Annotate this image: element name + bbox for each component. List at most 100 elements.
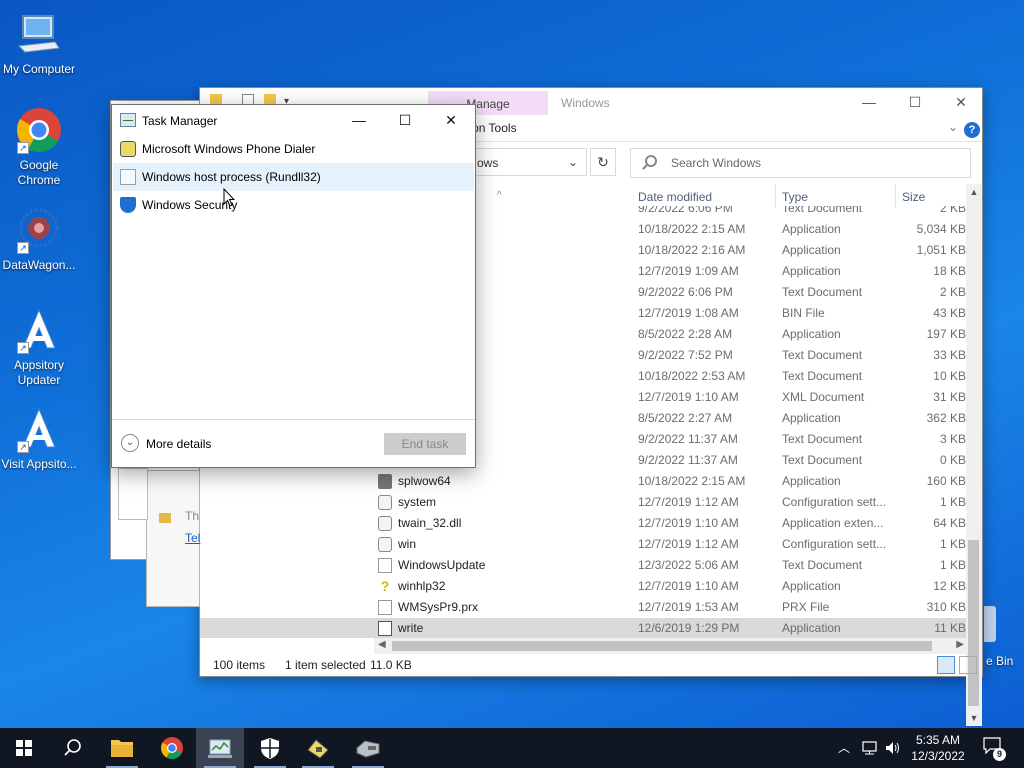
more-details-link[interactable]: More details bbox=[146, 437, 211, 451]
desktop-icon-label: Appsitory Updater bbox=[13, 358, 65, 387]
minimize-button[interactable]: — bbox=[336, 109, 382, 133]
recycle-bin-icon bbox=[984, 606, 996, 642]
file-type: BIN File bbox=[782, 306, 825, 320]
search-button[interactable] bbox=[48, 728, 96, 768]
file-size: 43 KB bbox=[933, 306, 966, 320]
dll-file-icon bbox=[378, 516, 392, 531]
file-size: 3 KB bbox=[939, 432, 966, 446]
search-input[interactable]: Search Windows bbox=[630, 148, 971, 178]
network-icon[interactable] bbox=[861, 740, 879, 756]
file-size: 0 KB bbox=[939, 453, 966, 467]
close-button[interactable]: ✕ bbox=[428, 109, 474, 133]
minimize-button[interactable]: — bbox=[846, 92, 892, 114]
taskbar-fax[interactable] bbox=[344, 728, 392, 768]
desktop-icon-visit-appsitory[interactable]: ↗ Visit Appsito... bbox=[0, 405, 78, 472]
large-icons-view-icon[interactable] bbox=[959, 656, 977, 674]
file-date-modified: 10/18/2022 2:15 AM bbox=[638, 474, 746, 488]
desktop-icon-appsitory-updater[interactable]: ↗ Appsitory Updater bbox=[0, 306, 78, 388]
write-app-icon bbox=[378, 621, 392, 636]
file-date-modified: 9/2/2022 6:06 PM bbox=[638, 285, 733, 299]
column-size[interactable]: Size bbox=[902, 190, 925, 204]
column-date-modified[interactable]: Date modified bbox=[638, 190, 712, 204]
taskbar-chrome[interactable] bbox=[148, 728, 196, 768]
end-task-button[interactable]: End task bbox=[384, 433, 466, 455]
taskbar-phone-dialer[interactable] bbox=[294, 728, 342, 768]
start-button[interactable] bbox=[0, 728, 48, 768]
process-list: Microsoft Windows Phone Dialer Windows h… bbox=[113, 135, 474, 219]
vertical-scrollbar[interactable]: ▲ ▼ bbox=[966, 184, 982, 726]
table-row[interactable]: WMSysPr9.prx 12/7/2019 1:53 AM PRX File 310… bbox=[200, 597, 968, 618]
process-row[interactable]: Windows host process (Rundll32) bbox=[113, 163, 474, 191]
item-count: 100 items bbox=[213, 658, 266, 672]
scroll-down-icon[interactable]: ▼ bbox=[966, 710, 982, 726]
desktop-icon-label: Visit Appsito... bbox=[1, 457, 77, 471]
dialog-link-fragment[interactable]: Tel bbox=[185, 531, 200, 545]
computer-icon bbox=[15, 10, 63, 58]
table-row[interactable]: ? winhlp32 12/7/2019 1:10 AM Application 12 … bbox=[200, 576, 968, 597]
desktop-icon-datawagon[interactable]: ↗ DataWagon... bbox=[0, 206, 78, 273]
desktop-icon-my-computer[interactable]: My Computer bbox=[0, 10, 78, 77]
taskbar-file-explorer[interactable] bbox=[98, 728, 146, 768]
file-size: 1 KB bbox=[939, 495, 966, 509]
appsitory-icon: ↗ bbox=[15, 405, 63, 453]
taskbar-windows-security[interactable] bbox=[246, 728, 294, 768]
close-button[interactable]: ✕ bbox=[938, 92, 984, 114]
process-row[interactable]: Windows Security bbox=[113, 191, 474, 219]
address-text: ows bbox=[477, 156, 499, 170]
dialog-text-fragment: Th bbox=[185, 509, 200, 523]
chevron-down-icon[interactable]: ⌄ bbox=[568, 155, 578, 169]
details-view-icon[interactable] bbox=[937, 656, 955, 674]
expand-ribbon-icon[interactable]: ⌄ bbox=[948, 120, 958, 134]
title-bar[interactable]: Task Manager — ☐ ✕ bbox=[112, 105, 475, 135]
chevron-down-icon[interactable]: ⌄ bbox=[121, 434, 139, 452]
table-row[interactable]: system 12/7/2019 1:12 AM Configuration set… bbox=[200, 492, 968, 513]
search-placeholder: Search Windows bbox=[671, 156, 762, 170]
appsitory-icon: ↗ bbox=[15, 306, 63, 354]
desktop-icon-label: DataWagon... bbox=[2, 258, 76, 272]
taskbar-task-manager[interactable] bbox=[196, 728, 244, 768]
selection-count: 1 item selected bbox=[285, 658, 366, 672]
scroll-left-icon[interactable]: ◀ bbox=[378, 639, 386, 650]
table-row[interactable]: twain_32.dll 12/7/2019 1:10 AM Application… bbox=[200, 513, 968, 534]
background-dialog[interactable]: Th Tel bbox=[146, 470, 200, 607]
maximize-button[interactable]: ☐ bbox=[892, 92, 938, 114]
refresh-button[interactable]: ↻ bbox=[590, 148, 616, 176]
task-manager-window[interactable]: Task Manager — ☐ ✕ Microsoft Windows Pho… bbox=[111, 104, 476, 468]
file-type: Application bbox=[782, 327, 841, 341]
horizontal-scrollbar[interactable]: ◀ ▶ bbox=[374, 638, 968, 654]
scroll-up-icon[interactable]: ▲ bbox=[966, 184, 982, 200]
file-date-modified: 12/6/2019 1:29 PM bbox=[638, 621, 740, 635]
shortcut-arrow-icon: ↗ bbox=[17, 242, 29, 254]
scroll-right-icon[interactable]: ▶ bbox=[956, 639, 964, 650]
file-size: 1 KB bbox=[939, 537, 966, 551]
file-date-modified: 12/7/2019 1:08 AM bbox=[638, 306, 739, 320]
column-type[interactable]: Type bbox=[782, 190, 808, 204]
table-row[interactable]: splwow64 10/18/2022 2:15 AM Application 160… bbox=[200, 471, 968, 492]
printer-icon bbox=[378, 474, 392, 489]
clock-date: 12/3/2022 bbox=[911, 749, 965, 763]
volume-icon[interactable] bbox=[884, 740, 902, 756]
table-row[interactable]: write 12/6/2019 1:29 PM Application 11 KB bbox=[200, 618, 968, 638]
background-panel bbox=[118, 468, 148, 520]
help-icon[interactable]: ? bbox=[964, 122, 980, 138]
desktop-icon-recycle-bin[interactable]: e Bin bbox=[984, 604, 1024, 672]
file-date-modified: 9/2/2022 7:52 PM bbox=[638, 348, 733, 362]
show-hidden-icons-button[interactable]: ︿ bbox=[838, 739, 850, 756]
file-date-modified: 12/7/2019 1:10 AM bbox=[638, 579, 739, 593]
windows-logo-icon bbox=[16, 740, 32, 756]
action-center-button[interactable]: 9 bbox=[982, 736, 1006, 761]
file-size: 10 KB bbox=[933, 369, 966, 383]
file-type: Text Document bbox=[782, 348, 863, 362]
shortcut-arrow-icon: ↗ bbox=[17, 142, 29, 154]
settings-file-icon bbox=[378, 495, 392, 510]
process-row[interactable]: Microsoft Windows Phone Dialer bbox=[113, 135, 474, 163]
task-manager-icon bbox=[120, 113, 136, 127]
table-row[interactable]: win 12/7/2019 1:12 AM Configuration sett..… bbox=[200, 534, 968, 555]
scroll-thumb[interactable] bbox=[968, 540, 979, 706]
desktop-icon-google-chrome[interactable]: ↗ Google Chrome bbox=[0, 106, 78, 188]
scroll-thumb[interactable] bbox=[392, 641, 932, 651]
system-clock[interactable]: 5:35 AM 12/3/2022 bbox=[907, 732, 969, 764]
file-type: Application bbox=[782, 243, 841, 257]
table-row[interactable]: WindowsUpdate 12/3/2022 5:06 AM Text Docum… bbox=[200, 555, 968, 576]
maximize-button[interactable]: ☐ bbox=[382, 109, 428, 133]
